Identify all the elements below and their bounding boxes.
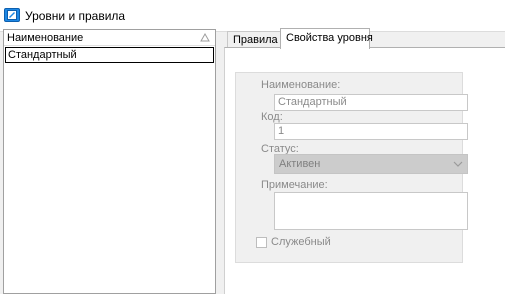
chevron-down-icon <box>453 161 463 167</box>
note-label: Примечание: <box>261 179 328 191</box>
note-field[interactable] <box>274 192 468 230</box>
name-field[interactable]: Стандартный <box>274 94 468 111</box>
tab-rules-label: Правила <box>233 34 278 46</box>
list-column-header[interactable]: Наименование <box>4 30 215 46</box>
levels-list[interactable]: Наименование Стандартный <box>3 29 216 294</box>
list-item[interactable]: Стандартный <box>5 47 214 63</box>
tab-level-properties[interactable]: Свойства уровня <box>280 28 373 49</box>
column-header-label: Наименование <box>7 32 84 44</box>
service-checkbox[interactable] <box>256 237 267 248</box>
code-label: Код: <box>261 111 283 123</box>
tab-strip: Правила Свойства уровня <box>224 28 505 49</box>
list-item-label: Стандартный <box>8 49 77 61</box>
level-properties-panel: Наименование: Стандартный Код: 1 Статус:… <box>224 47 505 294</box>
service-checkbox-label: Служебный <box>271 236 331 248</box>
status-selected-value: Активен <box>279 158 321 170</box>
window-title: Уровни и правила <box>25 9 126 23</box>
tab-level-properties-label: Свойства уровня <box>286 32 373 44</box>
name-label: Наименование: <box>261 79 341 91</box>
tab-rules[interactable]: Правила <box>227 31 281 48</box>
levels-and-rules-window: Уровни и правила Наименование Стандартны… <box>0 0 505 294</box>
app-window-icon <box>4 8 20 22</box>
properties-group: Наименование: Стандартный Код: 1 Статус:… <box>235 72 468 263</box>
code-field[interactable]: 1 <box>274 123 468 140</box>
sort-ascending-icon <box>200 33 210 42</box>
status-select[interactable]: Активен <box>274 154 468 174</box>
